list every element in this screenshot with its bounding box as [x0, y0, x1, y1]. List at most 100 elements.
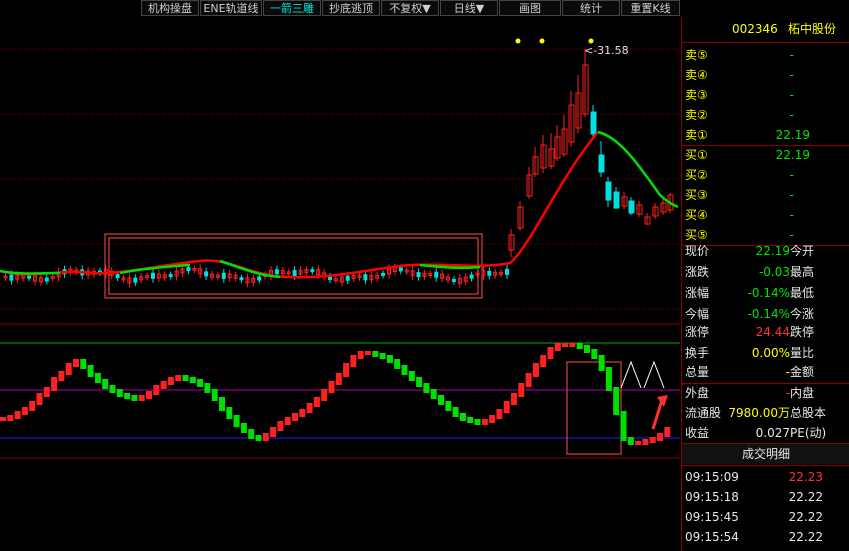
indicator-bar: [182, 375, 189, 381]
indicator-bar: [642, 439, 649, 445]
buy3-label: 买③: [685, 188, 708, 202]
candle-body: [257, 276, 262, 281]
buy4-price: -: [789, 208, 794, 222]
candle-body: [451, 278, 456, 282]
toolbar-jigou-button[interactable]: 机构操盘: [141, 0, 199, 16]
buy2-label: 买②: [685, 168, 708, 182]
toolbar-chaodi-button[interactable]: 抄底逃顶: [322, 0, 380, 16]
indicator-bar: [613, 387, 620, 415]
sell4-price: -: [789, 68, 794, 82]
indicator-bar: [124, 393, 131, 399]
indicator-bar: [58, 371, 65, 381]
toolbar-stats-button[interactable]: 统计: [562, 0, 620, 16]
toolbar-ene-button[interactable]: ENE轨道线: [200, 0, 262, 16]
candle-body: [487, 270, 492, 276]
ma-red-segment: [0, 131, 599, 279]
indicator-bar: [219, 397, 225, 411]
indicator-bar: [605, 367, 612, 391]
indicator-bar: [540, 355, 547, 367]
indicator-bar: [0, 417, 6, 421]
indicator-bar: [211, 389, 218, 401]
indicator-bar: [109, 385, 116, 393]
indicator-bar: [29, 401, 36, 411]
candle-body: [613, 191, 620, 209]
sell5-price: -: [789, 48, 794, 62]
shouyi-label: 收益: [685, 426, 710, 440]
zhangfu-value: -0.14%: [747, 286, 790, 300]
zhangfu-label: 涨幅: [685, 286, 710, 300]
indicator-bar: [248, 429, 255, 439]
indicator-bar: [270, 427, 277, 437]
trade-row: 09:15:45 22.22: [682, 507, 849, 527]
candle-body: [239, 277, 244, 281]
toolbar-yijiansandiao-button[interactable]: 一箭三雕: [263, 0, 321, 16]
sell1-price: 22.19: [775, 128, 810, 142]
signal-triangle: [620, 360, 642, 389]
indicator-bar: [591, 349, 598, 359]
indicator-bars: [0, 343, 671, 445]
stock-header: 002346 柘中股份: [682, 19, 849, 39]
indicator-bar: [131, 395, 138, 401]
indicator-bar: [664, 427, 671, 437]
trade-price: 22.22: [788, 490, 823, 504]
candle-body: [469, 274, 474, 279]
waipan-label: 外盘: [685, 386, 710, 400]
jinfu-label: 今幅: [685, 307, 710, 321]
toolbar-reset-button[interactable]: 重置K线: [621, 0, 680, 16]
indicator-bar: [357, 351, 364, 359]
trade-detail-title: 成交明细: [741, 447, 790, 461]
moving-average-line: [0, 130, 679, 279]
toolbar-fuquan-dropdown[interactable]: 不复权▼: [381, 0, 439, 16]
zhangdie-label: 涨跌: [685, 265, 710, 279]
indicator-bar: [503, 401, 510, 413]
indicator-bar: [394, 359, 401, 369]
buy1-price: 22.19: [775, 148, 810, 162]
indicator-bar: [138, 395, 145, 401]
trade-row: 09:15:18 22.22: [682, 487, 849, 507]
indicator-bar: [255, 435, 262, 441]
candle-body: [292, 270, 297, 277]
indicator-bar: [525, 373, 532, 387]
indicator-bar: [635, 441, 642, 445]
indicator-bar: [459, 413, 466, 421]
high-price-label: <-31.58: [584, 44, 629, 57]
indicator-bar: [562, 343, 569, 347]
candle-body: [204, 271, 209, 277]
indicator-bar: [277, 421, 284, 431]
indicator-bar: [189, 377, 196, 383]
indicator-bar: [452, 407, 459, 417]
indicator-bar: [467, 417, 474, 423]
candle-body: [598, 154, 605, 173]
indicator-bar: [197, 379, 204, 387]
zhangdie-value: -0.03: [758, 265, 790, 279]
indicator-bar: [306, 403, 313, 413]
indicator-bar: [226, 407, 233, 419]
signal-dot: [539, 38, 545, 44]
toolbar-draw-button[interactable]: 画图: [499, 0, 561, 16]
indicator-bar: [175, 375, 182, 381]
indicator-bar: [262, 433, 269, 441]
indicator-bar: [335, 373, 342, 385]
indicator-bar: [43, 387, 50, 397]
candle-body: [27, 275, 32, 279]
shouyi-value: 0.027: [755, 426, 790, 440]
candle-body: [274, 269, 279, 275]
indicator-bar: [240, 423, 247, 433]
indicator-bar: [204, 383, 211, 393]
indicator-bar: [21, 407, 28, 415]
buy2-price: -: [789, 168, 794, 182]
neipan-label: 内盘: [790, 386, 815, 400]
candle-body: [115, 274, 120, 279]
signal-dot: [515, 38, 521, 44]
sell1-label: 卖①: [685, 128, 708, 142]
zuidi-label: 最低: [790, 286, 815, 300]
toolbar-period-dropdown[interactable]: 日线▼: [440, 0, 498, 16]
candle-body: [363, 274, 368, 281]
indicator-bar: [65, 363, 72, 375]
kline-chart[interactable]: <-31.58: [0, 17, 680, 551]
candle-body: [221, 272, 226, 279]
indicator-bar: [94, 373, 101, 383]
trade-detail-header[interactable]: 成交明细: [682, 444, 849, 464]
candle-body: [381, 272, 386, 276]
indicator-bar: [386, 355, 393, 363]
